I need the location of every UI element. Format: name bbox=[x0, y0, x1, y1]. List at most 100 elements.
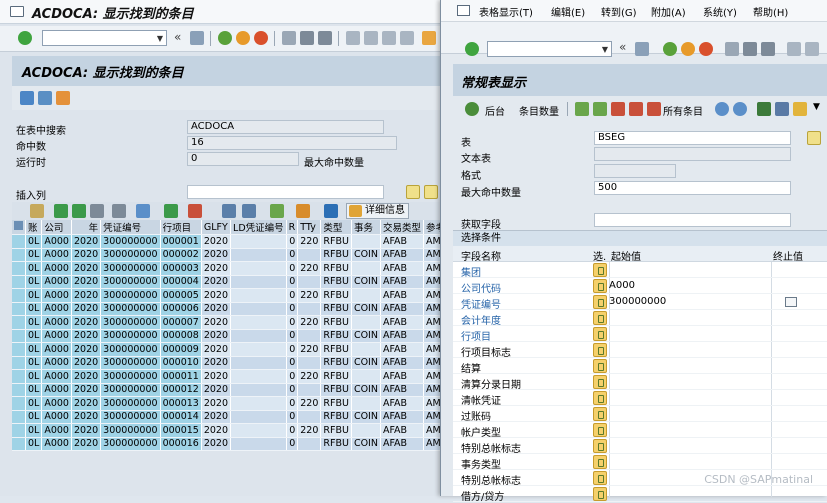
menu-system[interactable]: 系统(Y) bbox=[703, 4, 737, 19]
row-selector[interactable] bbox=[12, 356, 26, 370]
col-header[interactable]: TTy bbox=[297, 220, 322, 235]
selection-field-name[interactable]: 公司代码 bbox=[461, 280, 501, 295]
first-page-icon[interactable] bbox=[346, 31, 360, 45]
cancel-icon[interactable] bbox=[699, 42, 713, 56]
cancel-icon[interactable] bbox=[254, 31, 268, 45]
table-row[interactable]: 0L A000 2020 300000000 000004 2020 0 RFBU COIN AF… bbox=[12, 275, 449, 289]
selection-option-icon[interactable] bbox=[593, 407, 607, 421]
menu-extras[interactable]: 附加(A) bbox=[651, 4, 686, 19]
selection-option-icon[interactable] bbox=[593, 455, 607, 469]
selection-option-icon[interactable] bbox=[593, 439, 607, 453]
find-next-in-grid-icon[interactable] bbox=[112, 204, 126, 218]
selection-option-icon[interactable] bbox=[593, 295, 607, 309]
next-page-icon[interactable] bbox=[382, 31, 396, 45]
print-icon[interactable] bbox=[725, 42, 739, 56]
enter-check-icon[interactable] bbox=[18, 31, 32, 45]
col-header[interactable]: R bbox=[286, 220, 299, 235]
menu-edit[interactable]: 编辑(E) bbox=[551, 4, 585, 19]
search-icon[interactable] bbox=[715, 102, 729, 116]
edit-pencil-icon[interactable] bbox=[793, 102, 807, 116]
selection-field-name[interactable]: 凭证编号 bbox=[461, 296, 501, 311]
selection-option-icon[interactable] bbox=[593, 343, 607, 357]
row-selector[interactable] bbox=[12, 410, 26, 424]
selection-option-icon[interactable] bbox=[593, 279, 607, 293]
settings-icon[interactable] bbox=[38, 91, 52, 105]
table-row[interactable]: 0L A000 2020 300000000 000003 2020 0 220 RFBU AFA… bbox=[12, 261, 449, 276]
col-header[interactable]: 类型 bbox=[320, 220, 352, 235]
find-icon[interactable] bbox=[300, 31, 314, 45]
col-header[interactable]: 交易类型 bbox=[380, 220, 424, 235]
col-header[interactable]: 行项目 bbox=[160, 220, 202, 235]
sort-ascending-icon[interactable] bbox=[54, 204, 68, 218]
row-selector[interactable] bbox=[12, 437, 26, 451]
row-selector[interactable] bbox=[12, 315, 26, 330]
table-row[interactable]: 0L A000 2020 300000000 000006 2020 0 RFBU COIN AF… bbox=[12, 302, 449, 316]
col-header[interactable]: 凭证编号 bbox=[100, 220, 161, 235]
previous-page-icon[interactable] bbox=[364, 31, 378, 45]
search-next-icon[interactable] bbox=[733, 102, 747, 116]
row-selector[interactable] bbox=[12, 234, 26, 249]
details-view-icon[interactable] bbox=[30, 204, 44, 218]
execute-icon[interactable] bbox=[465, 102, 479, 116]
selection-field-name[interactable]: 会计年度 bbox=[461, 312, 501, 327]
print-icon[interactable] bbox=[282, 31, 296, 45]
col-header[interactable]: 年 bbox=[71, 220, 102, 235]
print-preview-icon[interactable] bbox=[222, 204, 236, 218]
window-menu-icon[interactable] bbox=[457, 5, 470, 16]
insert-column-button-icon[interactable] bbox=[406, 185, 420, 199]
menu-help[interactable]: 帮助(H) bbox=[753, 4, 788, 19]
find-next-icon[interactable] bbox=[761, 42, 775, 56]
menu-table-display[interactable]: 表格显示(T) bbox=[479, 4, 533, 19]
col-header[interactable]: 公司 bbox=[41, 220, 72, 235]
select-all-icon[interactable] bbox=[12, 220, 26, 235]
row-selector[interactable] bbox=[12, 383, 26, 397]
table-row[interactable]: 0L A000 2020 300000000 000010 2020 0 RFBU COIN AF… bbox=[12, 356, 449, 370]
row-selector[interactable] bbox=[12, 261, 26, 276]
selection-field-name[interactable]: 行项目 bbox=[461, 328, 491, 343]
find-icon[interactable] bbox=[743, 42, 757, 56]
insert-column-option-icon[interactable] bbox=[424, 185, 438, 199]
more-chevron-icon[interactable]: ▼ bbox=[813, 102, 820, 112]
sum-icon[interactable] bbox=[164, 204, 178, 218]
menu-goto[interactable]: 转到(G) bbox=[601, 4, 637, 19]
back-icon[interactable] bbox=[218, 31, 232, 45]
multiple-selection-icon[interactable] bbox=[785, 297, 797, 307]
table-row[interactable]: 0L A000 2020 300000000 000009 2020 0 220 RFBU AFA… bbox=[12, 342, 449, 357]
row-selector[interactable] bbox=[12, 396, 26, 411]
table-input[interactable]: BSEG bbox=[594, 131, 791, 145]
selection-low-input[interactable]: 300000000 bbox=[609, 296, 666, 307]
selection-low-input[interactable]: A000 bbox=[609, 280, 635, 291]
selection-option-icon[interactable] bbox=[593, 487, 607, 501]
insert-column-input[interactable] bbox=[187, 185, 384, 199]
subtotal-icon[interactable] bbox=[188, 204, 202, 218]
row-selector[interactable] bbox=[12, 275, 26, 289]
undo-icon[interactable] bbox=[775, 102, 789, 116]
col-header[interactable]: 账 bbox=[25, 220, 43, 235]
row-selector[interactable] bbox=[12, 248, 26, 262]
selection-options-icon[interactable] bbox=[611, 102, 625, 116]
table-row[interactable]: 0L A000 2020 300000000 000013 2020 0 220 RFBU AFA… bbox=[12, 396, 449, 411]
save-layout-icon[interactable] bbox=[56, 91, 70, 105]
selection-option-icon[interactable] bbox=[593, 327, 607, 341]
background-button[interactable]: 后台 bbox=[485, 103, 505, 118]
command-field[interactable]: ▼ bbox=[42, 30, 167, 46]
field-selection-icon[interactable] bbox=[593, 102, 607, 116]
delete-selection-icon[interactable] bbox=[629, 102, 643, 116]
table-row[interactable]: 0L A000 2020 300000000 000002 2020 0 RFBU COIN AF… bbox=[12, 248, 449, 262]
table-row[interactable]: 0L A000 2020 300000000 000011 2020 0 220 RFBU AFA… bbox=[12, 369, 449, 384]
table-row[interactable]: 0L A000 2020 300000000 000016 2020 0 RFBU COIN AF… bbox=[12, 437, 449, 451]
previous-page-icon[interactable] bbox=[805, 42, 819, 56]
layout-icon[interactable] bbox=[270, 204, 284, 218]
selection-option-icon[interactable] bbox=[593, 311, 607, 325]
table-row[interactable]: 0L A000 2020 300000000 000014 2020 0 RFBU COIN AF… bbox=[12, 410, 449, 424]
choose-layout-icon[interactable] bbox=[296, 204, 310, 218]
find-next-icon[interactable] bbox=[318, 31, 332, 45]
first-page-icon[interactable] bbox=[787, 42, 801, 56]
selection-option-icon[interactable] bbox=[593, 359, 607, 373]
row-selector[interactable] bbox=[12, 342, 26, 357]
row-selector[interactable] bbox=[12, 329, 26, 343]
row-selector[interactable] bbox=[12, 288, 26, 303]
save-icon[interactable] bbox=[190, 31, 204, 45]
exit-icon[interactable] bbox=[236, 31, 250, 45]
table-row[interactable]: 0L A000 2020 300000000 000005 2020 0 220 RFBU AFA… bbox=[12, 288, 449, 303]
